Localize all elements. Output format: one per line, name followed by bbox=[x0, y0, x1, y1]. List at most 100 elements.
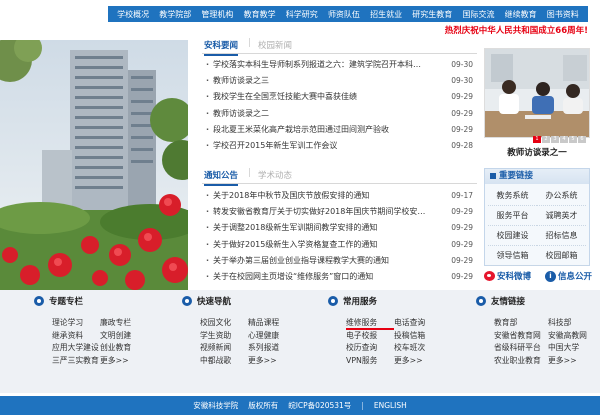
nav-item[interactable]: 科学研究 bbox=[286, 9, 318, 20]
section-link[interactable]: 创业教育 bbox=[100, 342, 148, 355]
link-item[interactable]: 办公系统 bbox=[537, 186, 586, 206]
carousel-dots: 1 2 3 4 5 6 bbox=[533, 136, 586, 143]
carousel-dot[interactable]: 2 bbox=[542, 136, 550, 143]
footer-school: 安徽科技学院 bbox=[193, 401, 239, 410]
section-link[interactable]: 校历查询 bbox=[346, 342, 394, 355]
nav-item[interactable]: 管理机构 bbox=[201, 9, 233, 20]
list-item[interactable]: 关于举办第三届创业创业指导课程教学大赛的通知09-29 bbox=[205, 253, 473, 269]
section-link[interactable]: 科技部 bbox=[548, 317, 600, 330]
section-link[interactable]: 学生资助 bbox=[200, 330, 248, 343]
section-link[interactable]: 教育部 bbox=[494, 317, 548, 330]
nav-item[interactable]: 研究生教育 bbox=[412, 9, 452, 20]
weibo-label: 安科微博 bbox=[497, 272, 532, 282]
section-link[interactable]: 电子校报 bbox=[346, 330, 394, 343]
carousel-dot[interactable]: 3 bbox=[551, 136, 559, 143]
section-link[interactable]: 应用大学建设 bbox=[52, 342, 100, 355]
carousel-dot[interactable]: 4 bbox=[560, 136, 568, 143]
link-item[interactable]: 领导信箱 bbox=[488, 246, 537, 266]
list-item[interactable]: 关于做好2015级新生入学资格复查工作的通知09-29 bbox=[205, 237, 473, 253]
link-item[interactable]: 服务平台 bbox=[488, 206, 537, 226]
section-link[interactable]: 视频新闻 bbox=[200, 342, 248, 355]
list-item[interactable]: 教师访谈录之二09-29 bbox=[205, 106, 473, 122]
section-link[interactable]: 校园文化 bbox=[200, 317, 248, 330]
link-item[interactable]: 校园建设 bbox=[488, 226, 537, 246]
section-link[interactable]: 更多>> bbox=[100, 355, 148, 368]
section-icon bbox=[328, 296, 338, 306]
notice-tabs: 通知公告 | 学术动态 bbox=[202, 166, 477, 186]
section-link[interactable]: 心理健康 bbox=[248, 330, 296, 343]
tab-school-news[interactable]: 安科要闻 bbox=[204, 39, 239, 56]
link-item[interactable]: 诚聘英才 bbox=[537, 206, 586, 226]
list-item[interactable]: 学校落实本科生导师制系列报道之六：建筑学院召开本科…09-30 bbox=[205, 57, 473, 73]
link-item[interactable]: 招标信息 bbox=[537, 226, 586, 246]
list-item[interactable]: 关于调整2018级新生军训期间教学安排的通知09-29 bbox=[205, 220, 473, 236]
section-link[interactable]: 文明创建 bbox=[100, 330, 148, 343]
section-quick-nav: 快速导航 校园文化 精品课程 学生资助 心理健康 视频新闻 系列报道 中都战歌 … bbox=[182, 294, 296, 367]
list-item[interactable]: 关于在校园网主页增设“维修服务”窗口的通知09-29 bbox=[205, 269, 473, 285]
weibo-link[interactable]: 安科微博 bbox=[484, 270, 531, 282]
section-link[interactable]: 安徽高教网 bbox=[548, 330, 600, 343]
carousel-dot[interactable]: 1 bbox=[533, 136, 541, 143]
bottom-sections: 专题专栏 理论学习 廉政专栏 继承资料 文明创建 应用大学建设 创业教育 三严三… bbox=[0, 290, 600, 393]
list-item[interactable]: 学校召开2015年新生军训工作会议09-28 bbox=[205, 138, 473, 154]
section-link[interactable]: 更多>> bbox=[548, 355, 600, 368]
list-item[interactable]: 段北夏王米菜化高产栽培示范田通过田间测产验收09-29 bbox=[205, 122, 473, 138]
nav-item[interactable]: 招生就业 bbox=[370, 9, 402, 20]
tab-notices[interactable]: 通知公告 bbox=[204, 169, 239, 186]
link-item[interactable]: 校园邮箱 bbox=[537, 246, 586, 266]
section-link[interactable]: 农业职业教育 bbox=[494, 355, 548, 368]
nav-item[interactable]: 教育教学 bbox=[244, 9, 276, 20]
teacher-interview-photo[interactable] bbox=[484, 48, 590, 138]
section-link[interactable]: 更多>> bbox=[394, 355, 442, 368]
section-link[interactable]: 理论学习 bbox=[52, 317, 100, 330]
section-link[interactable]: 校车班次 bbox=[394, 342, 442, 355]
section-link[interactable]: 投稿信箱 bbox=[394, 330, 442, 343]
interview-image bbox=[485, 49, 589, 137]
info-public-link[interactable]: i 信息公开 bbox=[544, 270, 592, 282]
notice-list: 关于2018年中秋节及国庆节放假安排的通知09-17 转发安徽省教育厅关于切实做… bbox=[205, 188, 473, 285]
nav-item[interactable]: 图书资料 bbox=[547, 9, 579, 20]
section-link[interactable]: 更多>> bbox=[248, 355, 296, 368]
tab-academic[interactable]: 学术动态 bbox=[258, 169, 292, 181]
english-link[interactable]: ENGLISH bbox=[374, 401, 407, 410]
section-link[interactable]: 中都战歌 bbox=[200, 355, 248, 368]
list-item[interactable]: 关于2018年中秋节及国庆节放假安排的通知09-17 bbox=[205, 188, 473, 204]
nav-item[interactable]: 师资队伍 bbox=[328, 9, 360, 20]
top-nav: 学校概况 教学院部 管理机构 教育教学 科学研究 师资队伍 招生就业 研究生教育… bbox=[108, 6, 588, 22]
nav-item[interactable]: 继续教育 bbox=[505, 9, 537, 20]
news-list: 学校落实本科生导师制系列报道之六：建筑学院召开本科…09-30 教师访谈录之三0… bbox=[205, 57, 473, 154]
carousel-dot[interactable]: 5 bbox=[569, 136, 577, 143]
nav-item[interactable]: 教学院部 bbox=[159, 9, 191, 20]
weibo-icon bbox=[484, 271, 495, 281]
footer: 安徽科技学院 版权所有 皖ICP备020531号 | ENGLISH bbox=[0, 396, 600, 415]
carousel-dot[interactable]: 6 bbox=[578, 136, 586, 143]
section-friendly-links: 友情链接 教育部 科技部 安徽省教育网 安徽高教网 省级科研平台 中国大学 农业… bbox=[476, 294, 600, 367]
important-links: 重要链接 教务系统 办公系统 服务平台 诚聘英才 校园建设 招标信息 领导信箱 … bbox=[484, 168, 590, 266]
repair-service-link[interactable]: 维修服务 bbox=[346, 317, 394, 330]
section-link[interactable]: 继承资料 bbox=[52, 330, 100, 343]
section-link[interactable]: 电话查询 bbox=[394, 317, 442, 330]
section-link[interactable]: 三严三实教育 bbox=[52, 355, 100, 368]
footer-icp: 皖ICP备020531号 bbox=[288, 401, 352, 410]
section-link[interactable]: 系列报道 bbox=[248, 342, 296, 355]
section-special-topics: 专题专栏 理论学习 廉政专栏 继承资料 文明创建 应用大学建设 创业教育 三严三… bbox=[34, 294, 148, 367]
section-link[interactable]: VPN服务 bbox=[346, 355, 394, 368]
section-icon bbox=[476, 296, 486, 306]
nav-item[interactable]: 国际交流 bbox=[462, 9, 494, 20]
section-link[interactable]: 中国大学 bbox=[548, 342, 600, 355]
interview-caption[interactable]: 教师访谈录之一 bbox=[484, 146, 590, 158]
important-links-title: 重要链接 bbox=[485, 169, 589, 184]
section-link[interactable]: 省级科研平台 bbox=[494, 342, 548, 355]
section-link[interactable]: 安徽省教育网 bbox=[494, 330, 548, 343]
campus-building-image bbox=[0, 40, 188, 290]
news-tabs: 安科要闻 | 校园新闻 bbox=[202, 36, 477, 56]
section-link[interactable]: 廉政专栏 bbox=[100, 317, 148, 330]
list-item[interactable]: 我校学生在全国烹饪技能大赛中喜获佳绩09-29 bbox=[205, 89, 473, 105]
section-link[interactable]: 精品课程 bbox=[248, 317, 296, 330]
section-common-services: 常用服务 维修服务 电话查询 电子校报 投稿信箱 校历查询 校车班次 VPN服务… bbox=[328, 294, 442, 367]
nav-item[interactable]: 学校概况 bbox=[117, 9, 149, 20]
list-item[interactable]: 教师访谈录之三09-30 bbox=[205, 73, 473, 89]
list-item[interactable]: 转发安徽省教育厅关于切实做好2018年国庆节期间学校安…09-29 bbox=[205, 204, 473, 220]
tab-campus-news[interactable]: 校园新闻 bbox=[258, 39, 292, 51]
link-item[interactable]: 教务系统 bbox=[488, 186, 537, 206]
